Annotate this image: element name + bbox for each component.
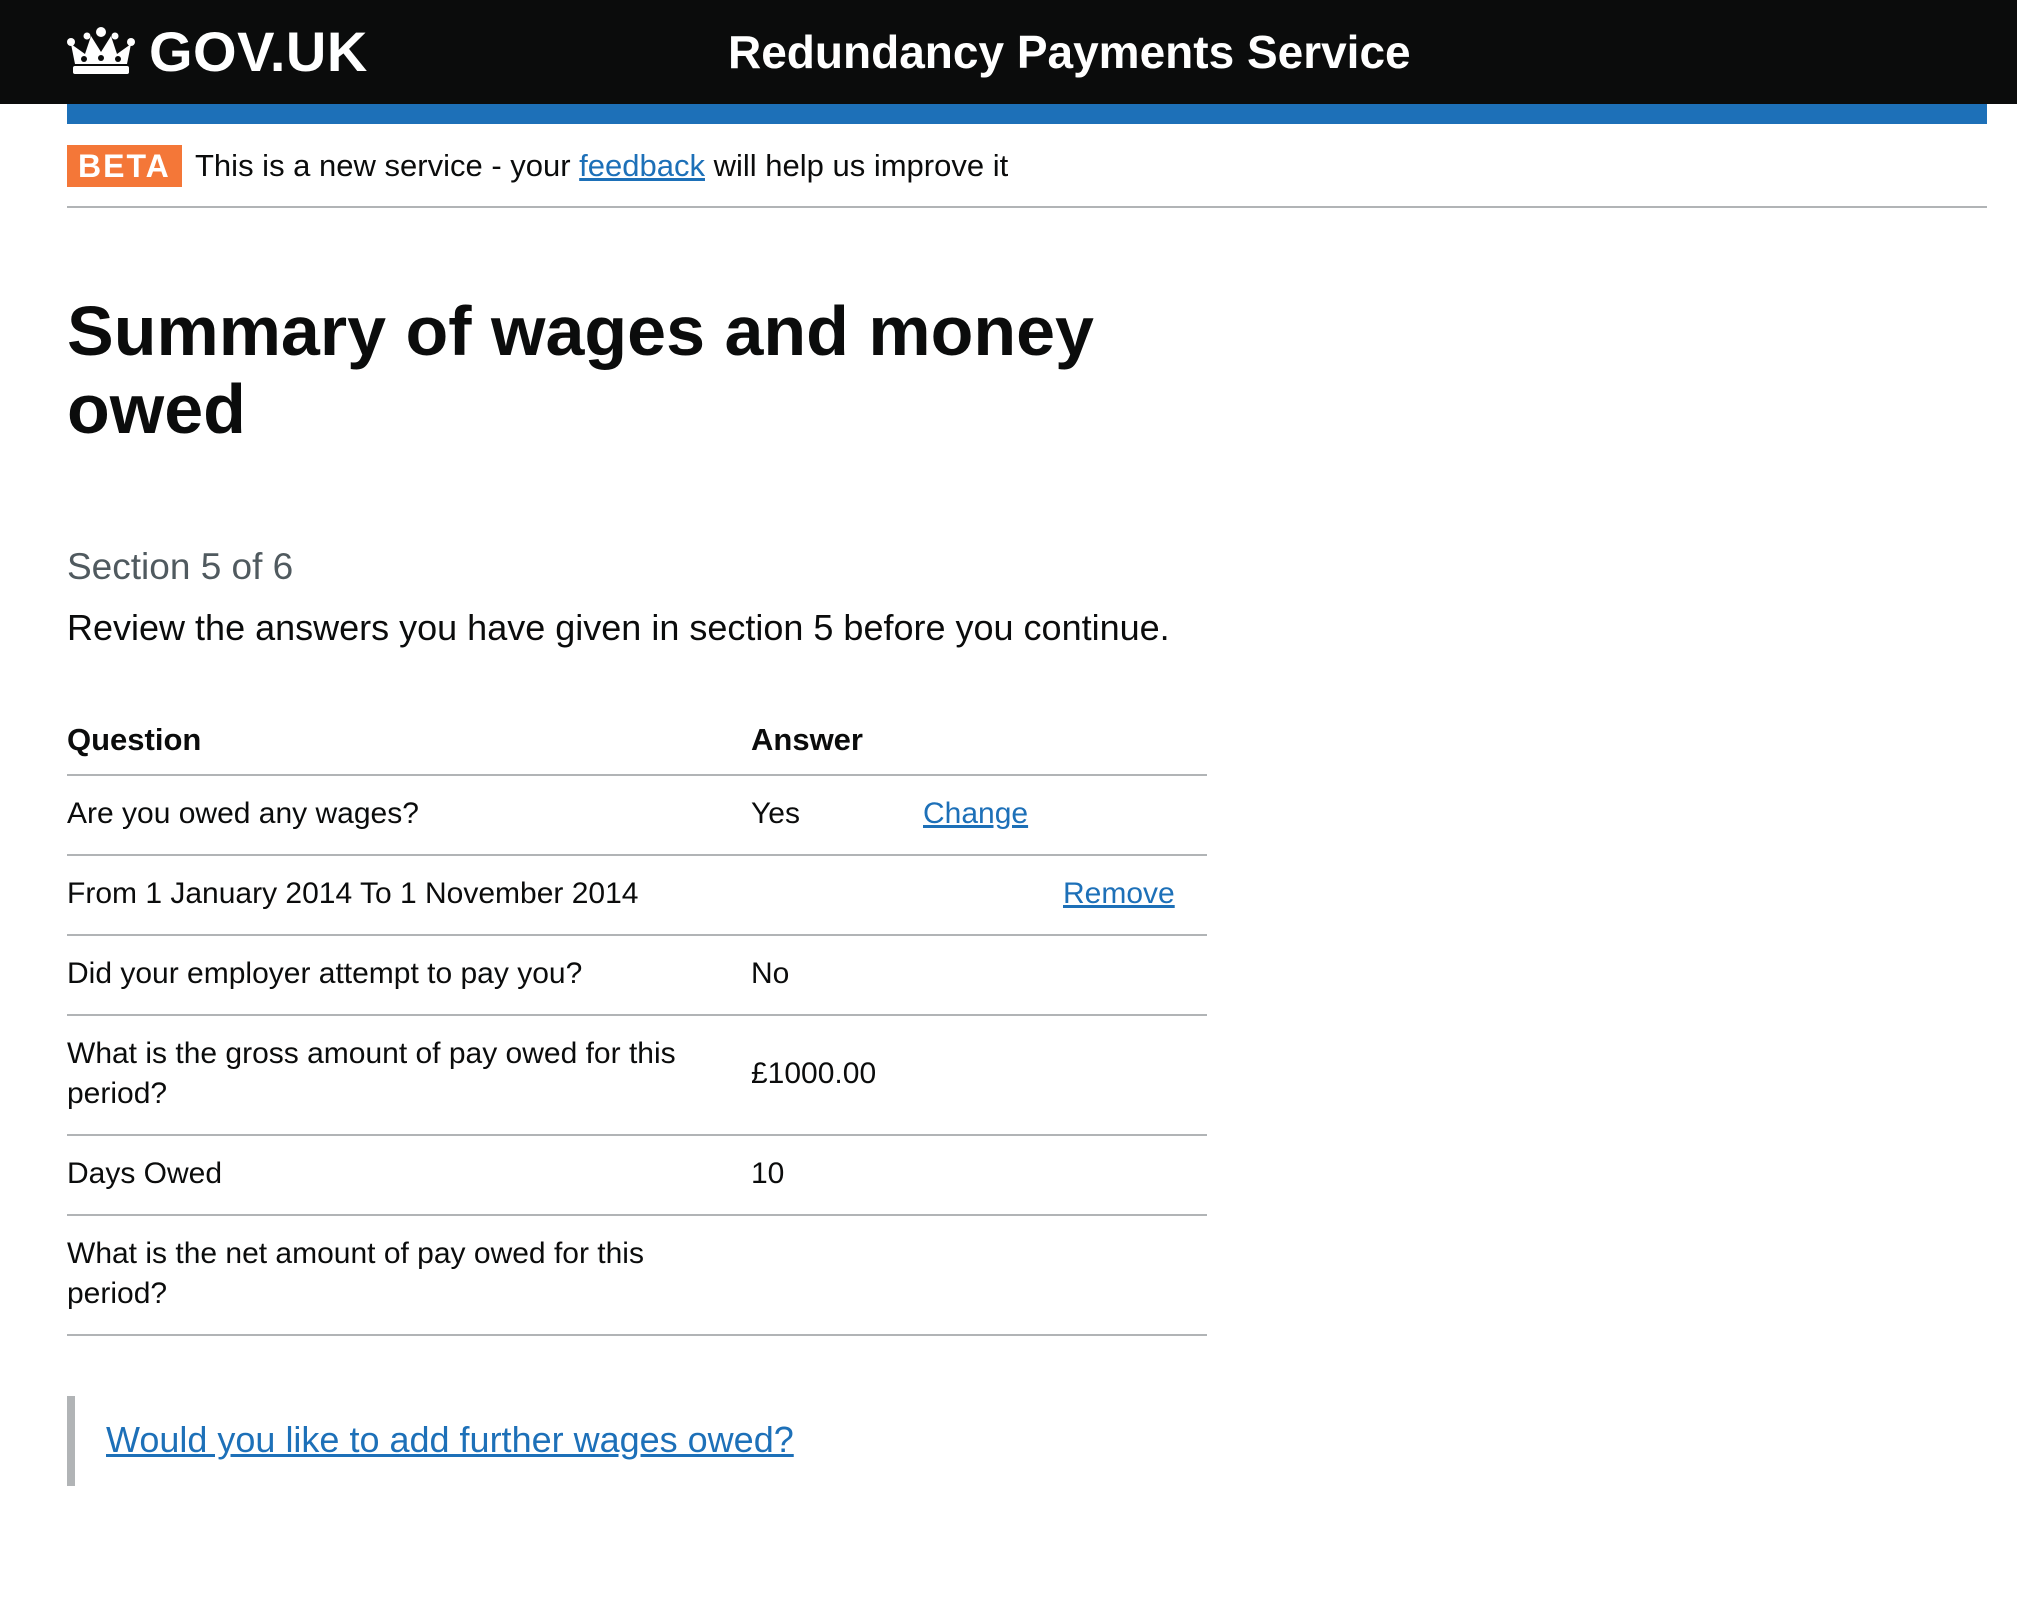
table-header-row: Question Answer bbox=[67, 708, 1207, 776]
crown-icon bbox=[67, 27, 135, 74]
table-row: Did your employer attempt to pay you? No bbox=[67, 936, 1207, 1016]
beta-tag: BETA bbox=[67, 145, 182, 187]
page-title: Summary of wages and money owed bbox=[67, 292, 1094, 448]
banner-text-after: will help us improve it bbox=[705, 148, 1009, 183]
question-cell: Are you owed any wages? bbox=[67, 797, 419, 830]
table-row: Days Owed 10 bbox=[67, 1136, 1207, 1216]
summary-table: Question Answer Are you owed any wages? … bbox=[67, 708, 1207, 1336]
intro-text: Review the answers you have given in sec… bbox=[67, 607, 1170, 648]
question-cell: Did your employer attempt to pay you? bbox=[67, 957, 583, 990]
question-cell: From 1 January 2014 To 1 November 2014 bbox=[67, 877, 639, 910]
site-header: GOV.UK Redundancy Payments Service bbox=[0, 0, 2017, 104]
phase-banner-text: This is a new service - your feedback wi… bbox=[195, 144, 1008, 188]
phase-banner: BETA This is a new service - your feedba… bbox=[67, 124, 1987, 208]
answer-cell: £1000.00 bbox=[751, 1057, 877, 1090]
question-cell: What is the net amount of pay owed for t… bbox=[67, 1237, 644, 1310]
service-name-link[interactable]: Redundancy Payments Service bbox=[728, 20, 1411, 84]
table-row: What is the net amount of pay owed for t… bbox=[67, 1216, 1207, 1336]
banner-text-before: This is a new service - your bbox=[195, 148, 580, 183]
question-header: Question bbox=[67, 722, 202, 757]
remove-link[interactable]: Remove bbox=[1063, 874, 1175, 914]
question-cell: What is the gross amount of pay owed for… bbox=[67, 1037, 676, 1110]
table-row: What is the gross amount of pay owed for… bbox=[67, 1016, 1207, 1136]
change-link[interactable]: Change bbox=[923, 794, 1028, 834]
answer-cell: No bbox=[751, 957, 790, 990]
govuk-logo-link[interactable]: GOV.UK bbox=[67, 20, 368, 84]
header-accent-bar bbox=[67, 104, 1987, 124]
feedback-link[interactable]: feedback bbox=[579, 148, 705, 183]
section-caption: Section 5 of 6 bbox=[67, 546, 294, 587]
answer-cell: 10 bbox=[751, 1157, 785, 1190]
question-cell: Days Owed bbox=[67, 1157, 223, 1190]
table-row: From 1 January 2014 To 1 November 2014 R… bbox=[67, 856, 1207, 936]
logo-text: GOV.UK bbox=[149, 20, 368, 83]
answer-cell: Yes bbox=[751, 797, 800, 830]
table-row: Are you owed any wages? Yes Change bbox=[67, 776, 1207, 856]
inset-panel: Would you like to add further wages owed… bbox=[67, 1396, 794, 1486]
add-further-wages-link[interactable]: Would you like to add further wages owed… bbox=[106, 1416, 794, 1464]
answer-header: Answer bbox=[751, 722, 863, 757]
